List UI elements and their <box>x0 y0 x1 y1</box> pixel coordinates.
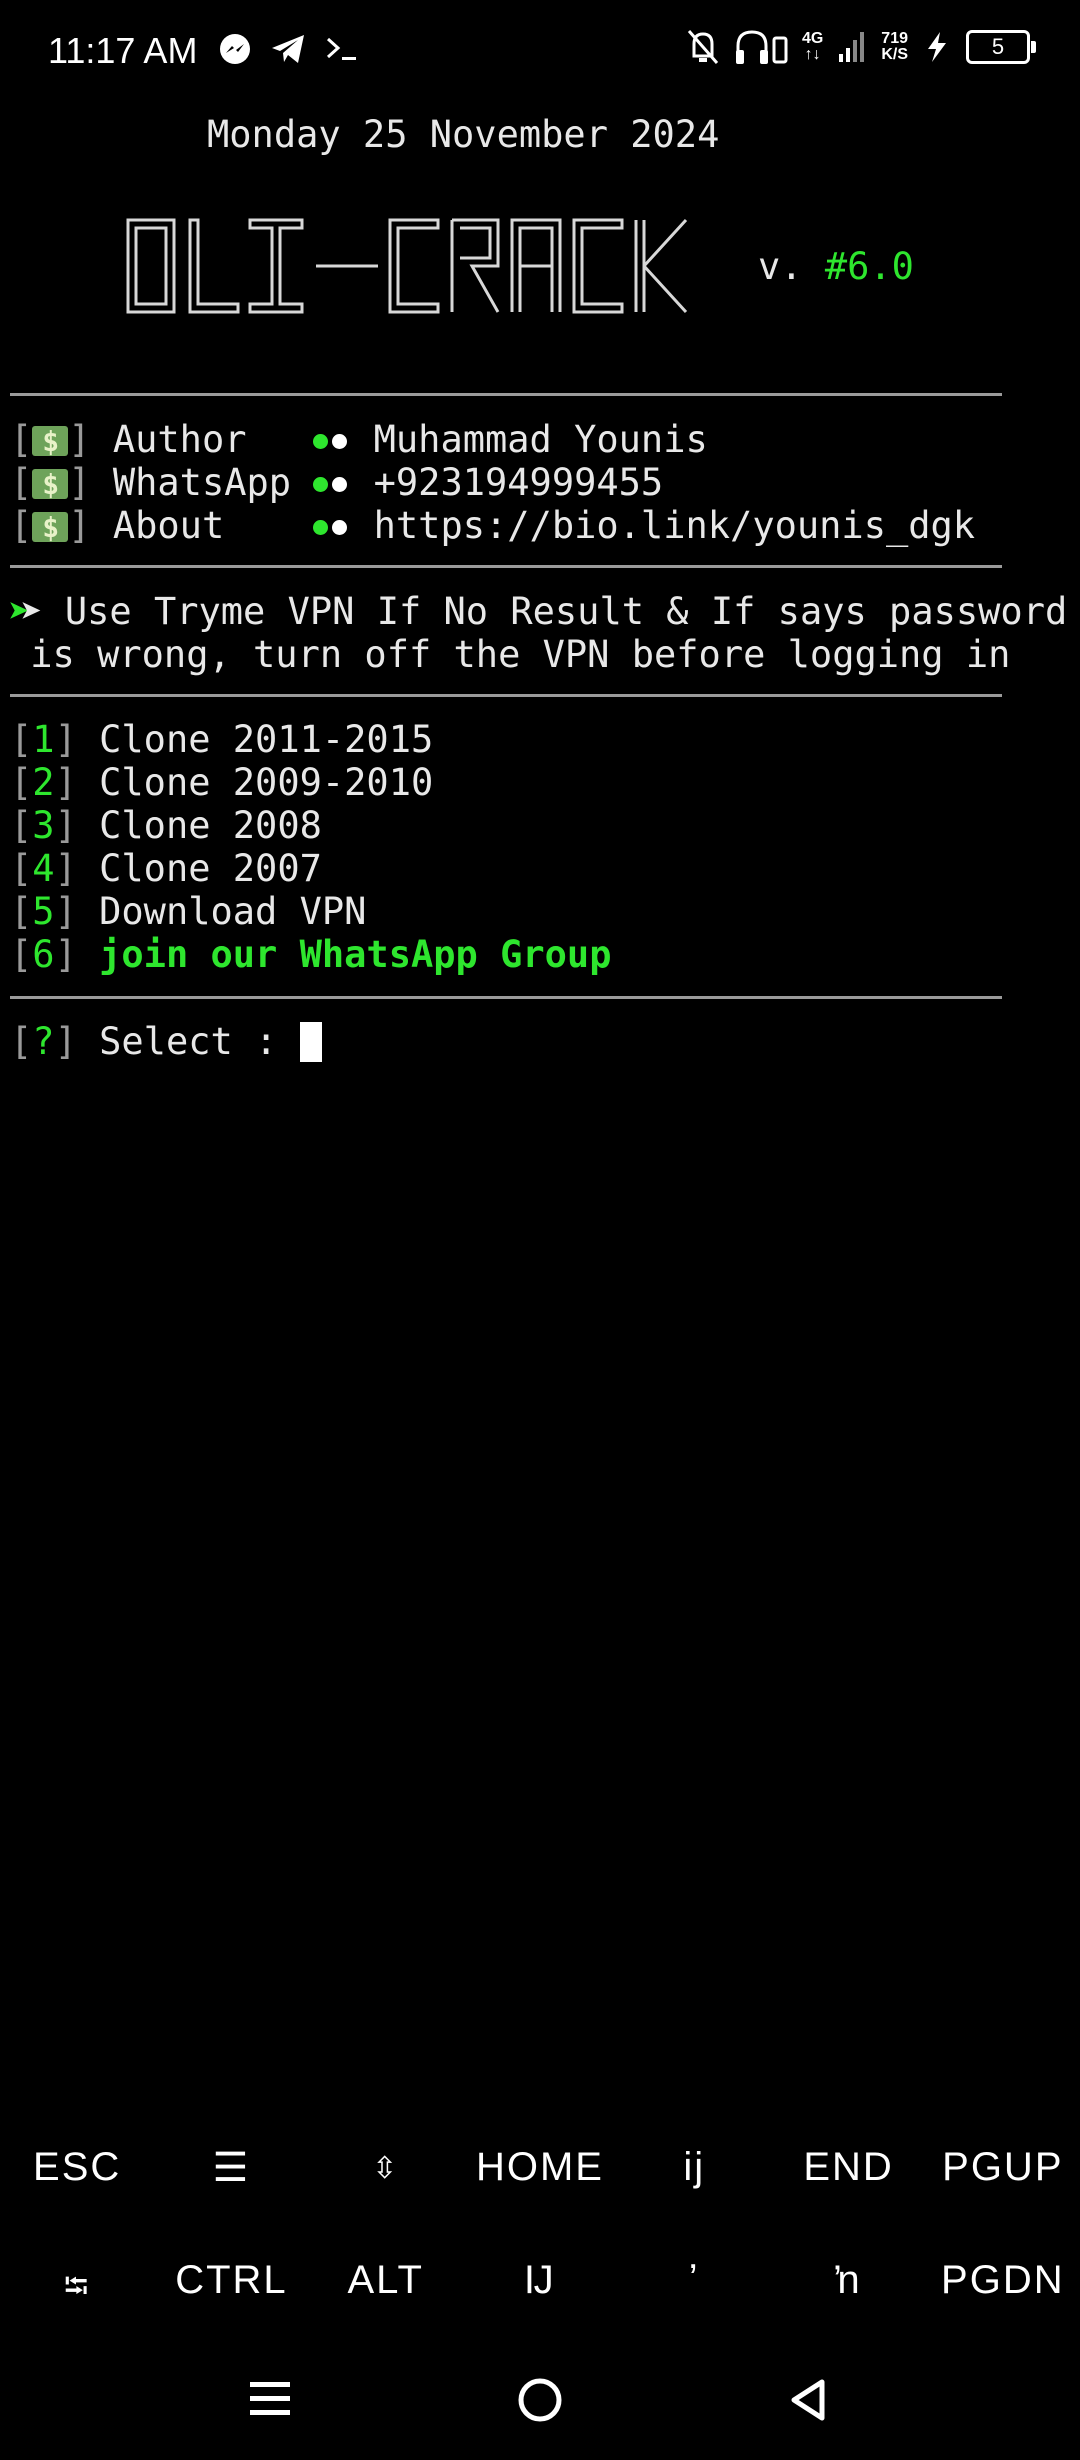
key-ij[interactable]: ij <box>617 2145 771 2191</box>
status-bar: 11:17 AM 4G ↑↓ 719 K/S 5 <box>0 0 1080 108</box>
key-ctrl[interactable]: CTRL <box>154 2258 308 2318</box>
menu-item[interactable]: [1] Clone 2011-2015 <box>10 718 433 761</box>
menu-item[interactable]: [2] Clone 2009-2010 <box>10 761 433 804</box>
menu-item[interactable]: [5] Download VPN <box>10 890 366 933</box>
battery-indicator: 5 <box>966 30 1036 64</box>
messenger-icon <box>220 34 250 64</box>
telegram-icon <box>272 35 304 63</box>
headphones-icon <box>735 30 788 64</box>
money-icon <box>32 420 69 463</box>
key-n-apostrophe[interactable]: ŉ <box>771 2258 925 2318</box>
menu-item[interactable]: [3] Clone 2008 <box>10 804 322 847</box>
key-pgup[interactable]: PGUP <box>926 2145 1080 2191</box>
app-logo <box>126 218 688 314</box>
date-line: Monday 25 November 2024 <box>207 113 720 156</box>
select-prompt[interactable]: [?] Select : <box>10 1020 322 1063</box>
signal-icon <box>839 32 865 62</box>
divider <box>10 565 1002 568</box>
info-row-whatsapp: [] WhatsApp +923194999455 <box>10 461 663 506</box>
back-icon[interactable] <box>786 2376 830 2424</box>
net-speed: 719 K/S <box>881 30 908 63</box>
key-esc[interactable]: ESC <box>0 2145 154 2191</box>
status-time: 11:17 AM <box>48 30 198 71</box>
key-menu[interactable]: ☰ <box>154 2145 308 2191</box>
key-tab[interactable]: ⭾ <box>0 2258 154 2318</box>
system-icons: 4G ↑↓ 719 K/S 5 <box>686 28 1036 66</box>
menu-item[interactable]: [4] Clone 2007 <box>10 847 322 890</box>
info-row-about: [] About https://bio.link/younis_dgk <box>10 504 975 549</box>
text-cursor <box>299 1022 322 1062</box>
charging-icon <box>928 32 946 62</box>
menu-item[interactable]: [6] join our WhatsApp Group <box>10 933 611 976</box>
navigation-bar <box>0 2350 1080 2460</box>
mute-bell-icon <box>687 30 719 64</box>
divider <box>10 393 1002 396</box>
money-icon <box>32 506 69 549</box>
money-icon <box>32 463 69 506</box>
key-end[interactable]: END <box>771 2145 925 2191</box>
key-home[interactable]: HOME <box>463 2145 617 2191</box>
notice-line-2: is wrong, turn off the VPN before loggin… <box>8 633 1011 676</box>
network-type: 4G ↑↓ <box>801 30 824 63</box>
notice-line-1: ➤➤ Use Tryme VPN If No Result & If says … <box>8 590 1068 633</box>
recent-apps-icon[interactable] <box>248 2376 292 2420</box>
version-label: v. #6.0 <box>758 245 914 288</box>
extra-keys-row-2: ⭾ CTRL ALT Ĳ ʼ ŉ PGDN <box>0 2258 1080 2318</box>
divider <box>10 996 1002 999</box>
info-row-author: [] Author Muhammad Younis <box>10 418 708 463</box>
extra-keys-row-1: ESC ☰ ⇳ HOME ij END PGUP <box>0 2145 1080 2191</box>
key-apostrophe[interactable]: ʼ <box>617 2258 771 2318</box>
key-scroll[interactable]: ⇳ <box>309 2145 463 2191</box>
key-pgdn[interactable]: PGDN <box>926 2258 1080 2318</box>
home-icon[interactable] <box>516 2376 564 2424</box>
notification-icons <box>218 32 360 66</box>
divider <box>10 694 1002 697</box>
key-ij-ligature[interactable]: Ĳ <box>463 2258 617 2318</box>
terminal-icon <box>326 37 356 60</box>
key-alt[interactable]: ALT <box>309 2258 463 2318</box>
